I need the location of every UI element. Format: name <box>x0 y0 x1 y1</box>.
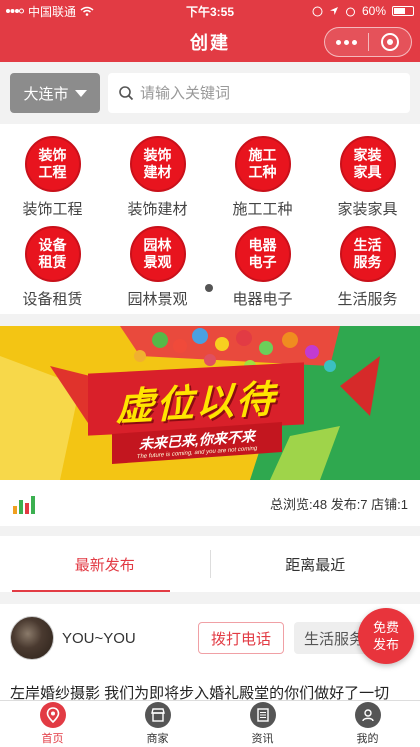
category-label: 电器电子 <box>232 291 293 308</box>
tabbar-merchants[interactable]: 商家 <box>105 701 210 747</box>
category-item[interactable]: 装饰建材 装饰建材 <box>105 136 210 226</box>
free-post-button[interactable]: 免费发布 <box>358 608 414 664</box>
nav-bar: 创建 <box>0 22 420 62</box>
category-item[interactable]: 家装家具 家装家具 <box>315 136 420 226</box>
category-badge-icon: 电器电子 <box>234 226 291 282</box>
city-select-value: 大连市 <box>23 85 69 103</box>
stats-bar: 总浏览:48 发布:7 店铺:1 <box>0 480 420 526</box>
category-item[interactable]: 装饰工程 装饰工程 <box>0 136 105 226</box>
category-item[interactable]: 设备租赁 设备租赁 <box>0 226 105 316</box>
close-miniprogram-button[interactable] <box>369 28 412 56</box>
tabbar-label: 首页 <box>41 733 64 745</box>
news-icon <box>249 702 276 728</box>
city-select[interactable]: 大连市 <box>10 73 100 113</box>
tab-nearest[interactable]: 距离最近 <box>211 536 420 592</box>
category-badge-icon: 施工工种 <box>234 136 291 192</box>
call-button[interactable]: 拨打电话 <box>198 622 285 654</box>
carrier-text: 中国联通 <box>28 4 77 19</box>
category-item[interactable]: 生活服务 生活服务 <box>315 226 420 316</box>
more-button[interactable] <box>325 28 368 56</box>
more-dots-icon <box>335 39 357 45</box>
alarm-icon <box>345 7 355 16</box>
wifi-icon <box>80 6 94 16</box>
tab-label: 最新发布 <box>74 556 135 574</box>
location-arrow-icon <box>329 7 338 15</box>
tabbar-label: 商家 <box>146 733 169 745</box>
category-item[interactable]: 施工工种 施工工种 <box>210 136 315 226</box>
category-label: 施工工种 <box>232 201 293 218</box>
post-card[interactable]: YOU~YOU 拨打电话 生活服务 左岸婚纱摄影 我们为即将步入婚礼殿堂的你们做… <box>0 604 420 704</box>
bar-chart-icon <box>13 496 35 514</box>
category-label: 设备租赁 <box>22 291 83 308</box>
category-badge-icon: 设备租赁 <box>24 226 81 282</box>
category-label: 家装家具 <box>337 201 398 218</box>
list-tabs: 最新发布 距离最近 <box>0 536 420 592</box>
search-input[interactable] <box>140 84 400 102</box>
lock-rotation-icon <box>312 6 323 16</box>
category-label: 生活服务 <box>337 291 398 308</box>
tabbar-home[interactable]: 首页 <box>0 701 105 747</box>
tabbar-profile[interactable]: 我的 <box>315 701 420 747</box>
tab-label: 距离最近 <box>285 556 346 574</box>
status-bar: 中国联通 下午3:55 60% <box>0 0 420 22</box>
search-row: 大连市 <box>0 62 420 124</box>
category-badge-icon: 装饰工程 <box>24 136 81 192</box>
tabbar-label: 资讯 <box>251 733 274 745</box>
user-icon <box>354 702 381 728</box>
tabbar-news[interactable]: 资讯 <box>210 701 315 747</box>
target-circle-icon <box>380 33 399 51</box>
category-badge-icon: 生活服务 <box>339 226 396 282</box>
category-item[interactable]: 电器电子 电器电子 <box>210 226 315 316</box>
category-label: 园林景观 <box>127 291 188 308</box>
stats-summary: 总浏览:48 发布:7 店铺:1 <box>270 496 408 512</box>
location-icon <box>39 702 66 728</box>
miniprogram-capsule <box>324 27 412 57</box>
category-badge-icon: 装饰建材 <box>129 136 186 192</box>
promo-banner[interactable]: 虚位以待 未来已来,你来不来 The future is coming, and… <box>0 326 420 480</box>
store-icon <box>144 702 171 728</box>
dropdown-triangle-icon <box>74 89 87 97</box>
battery-icon <box>392 6 414 16</box>
search-box[interactable] <box>108 73 410 113</box>
post-username: YOU~YOU <box>62 629 136 647</box>
page-title: 创建 <box>190 33 230 53</box>
tabbar-label: 我的 <box>356 733 379 745</box>
status-time: 下午3:55 <box>185 4 235 19</box>
category-label: 装饰工程 <box>22 201 83 218</box>
category-label: 装饰建材 <box>127 201 188 218</box>
signal-icon <box>6 8 24 14</box>
bottom-tab-bar: 首页 商家 资讯 我的 <box>0 700 420 747</box>
avatar[interactable] <box>10 616 54 660</box>
pager-indicator-dot[interactable] <box>205 284 213 292</box>
banner-headline: 虚位以待 <box>115 378 276 429</box>
battery-text: 60% <box>361 4 386 18</box>
category-badge-icon: 家装家具 <box>339 136 396 192</box>
category-badge-icon: 园林景观 <box>129 226 186 282</box>
tab-latest[interactable]: 最新发布 <box>0 536 210 592</box>
category-item[interactable]: 园林景观 园林景观 <box>105 226 210 316</box>
search-icon <box>119 86 134 101</box>
